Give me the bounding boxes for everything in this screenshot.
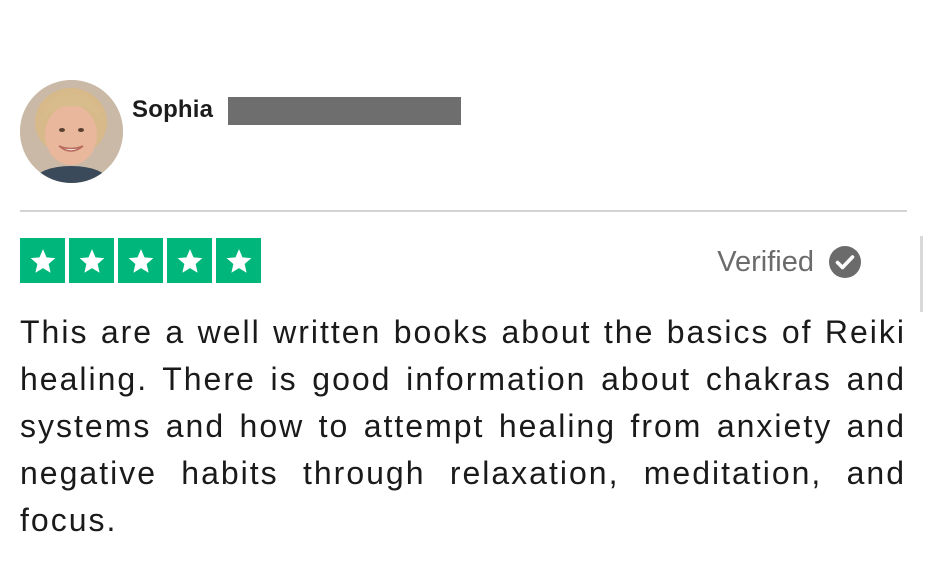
divider (20, 210, 907, 212)
avatar-photo (20, 80, 123, 183)
scroll-indicator (920, 236, 923, 312)
reviewer-name[interactable]: Sophia (132, 96, 213, 124)
star-icon (167, 238, 212, 283)
verified-label: Verified (717, 245, 814, 278)
redacted-surname (228, 97, 461, 125)
star-icon (20, 238, 65, 283)
review-text: This are a well written books about the … (20, 314, 906, 538)
avatar[interactable] (20, 80, 123, 183)
verified-status[interactable]: Verified (717, 245, 862, 279)
star-icon (216, 238, 261, 283)
star-icon (118, 238, 163, 283)
checkmark-circle-icon (829, 246, 861, 278)
star-rating (20, 238, 261, 283)
star-icon (69, 238, 114, 283)
